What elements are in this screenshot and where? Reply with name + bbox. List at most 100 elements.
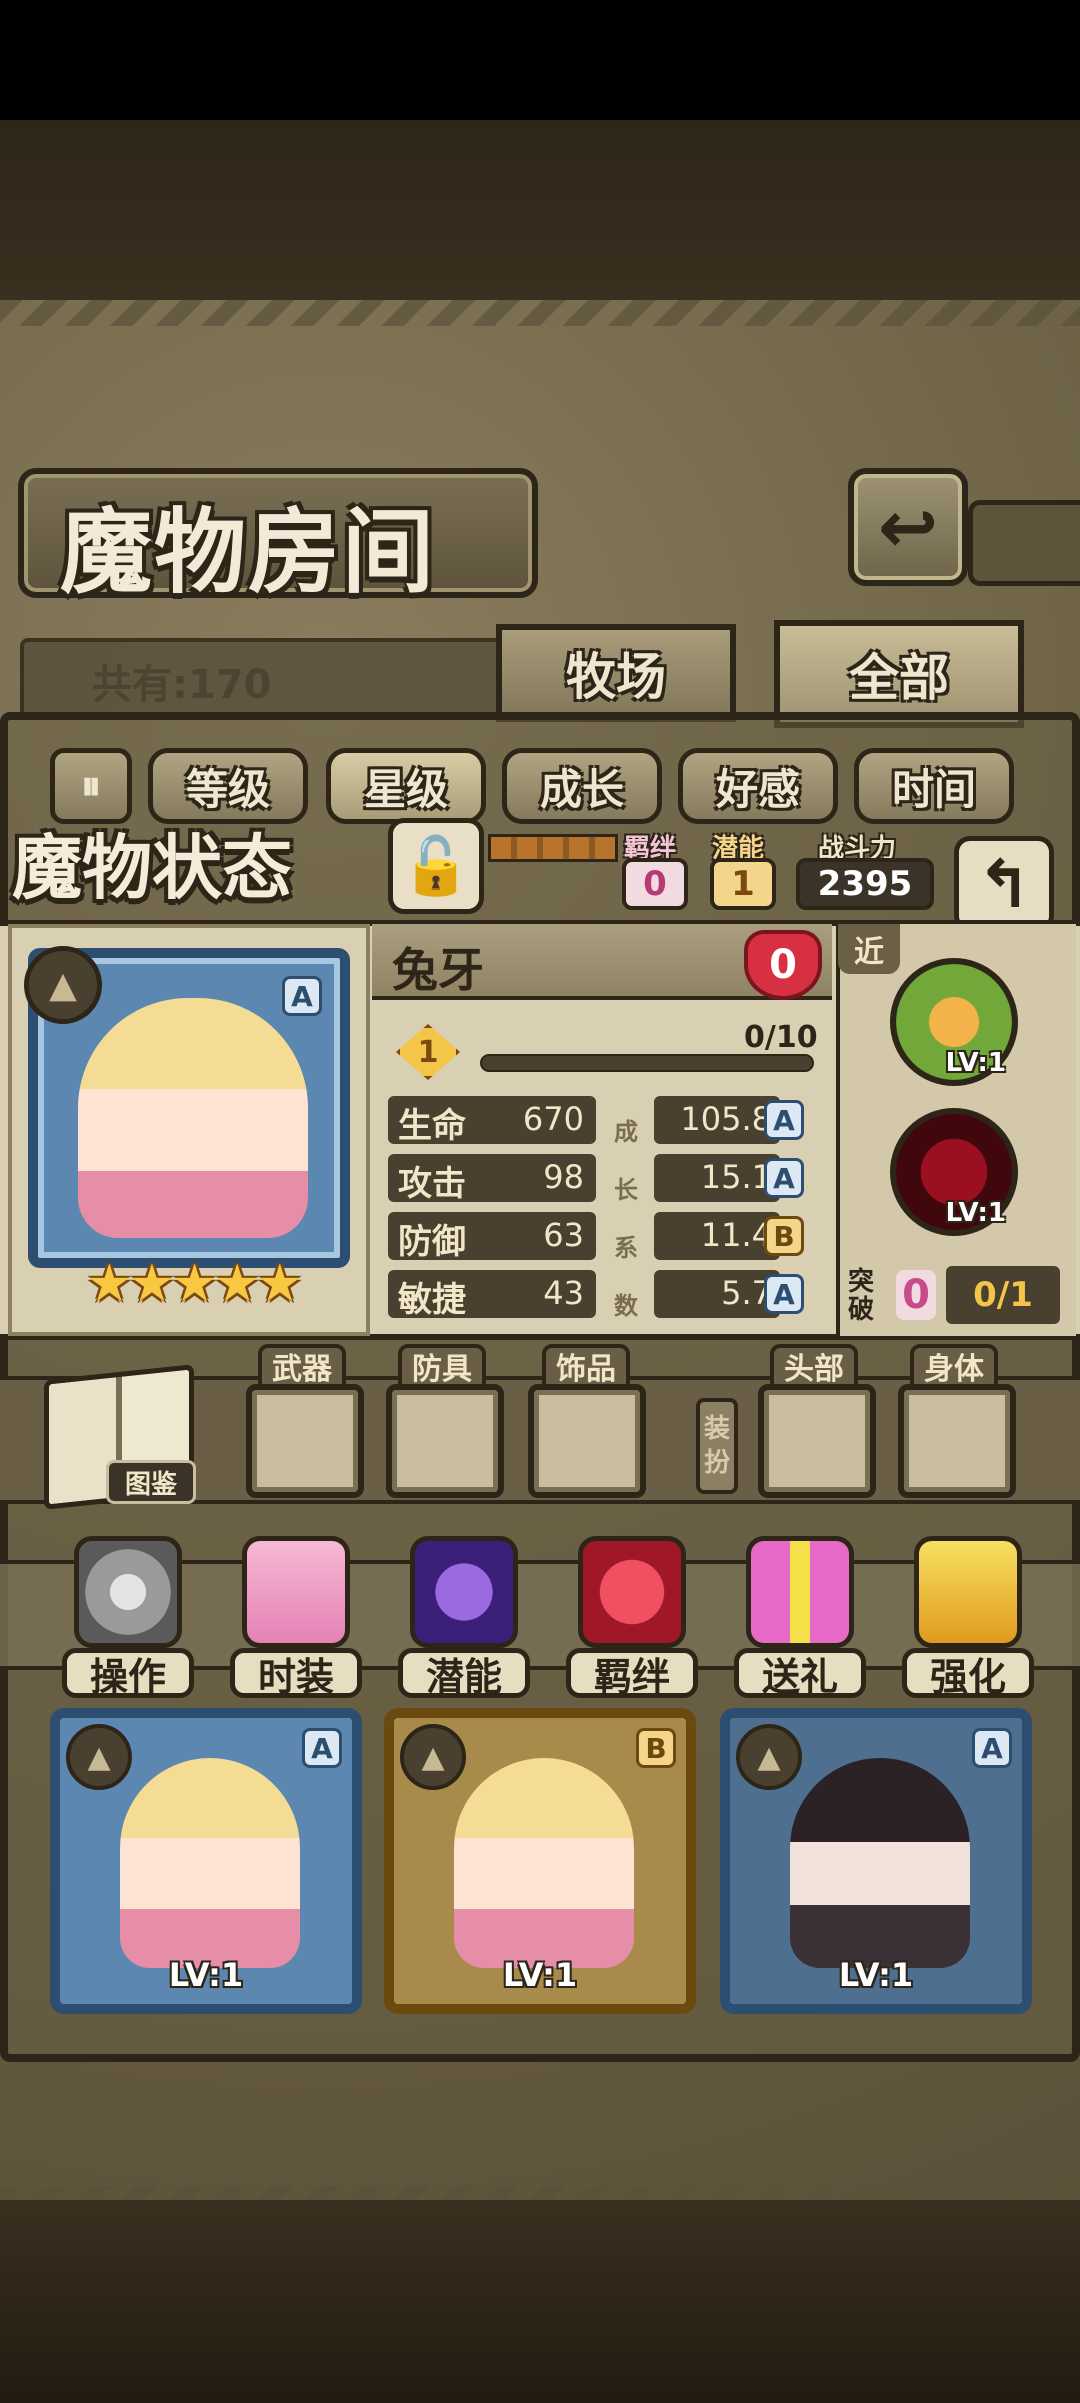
demon-icon	[410, 1536, 518, 1648]
affection-heart[interactable]: 0	[744, 930, 822, 1000]
head-slot[interactable]	[758, 1384, 876, 1498]
action-label: 强化	[902, 1648, 1034, 1699]
slot-label: 防具	[398, 1344, 486, 1388]
exp-text: 0/10	[744, 1020, 818, 1055]
rank-icon: ▲	[736, 1724, 802, 1790]
attribute-name: 攻击	[398, 1164, 466, 1204]
sort-time-button[interactable]: 时间	[854, 748, 1014, 824]
map-background-bottom	[0, 2200, 1080, 2403]
growth-value: 5.7	[721, 1274, 772, 1312]
operate-button[interactable]: 操作	[58, 1536, 198, 1700]
close-status-button[interactable]: ↰	[954, 836, 1054, 932]
growth-grade: B	[764, 1216, 804, 1256]
hearts-icon	[578, 1536, 686, 1648]
monster-card[interactable]: ▲ B LV:1	[384, 1708, 696, 2014]
pause-sort-icon: ⏸	[81, 763, 101, 809]
growth-row: 11.4	[654, 1212, 780, 1260]
skill-heartbeat-icon[interactable]: LV:1	[890, 1108, 1018, 1236]
attribute-row: 防御 63	[388, 1212, 596, 1262]
padlock-icon: 🔓	[401, 834, 471, 899]
status-title: 魔物状态	[12, 826, 292, 909]
lock-button[interactable]: 🔓	[388, 818, 484, 914]
grade-badge: A	[282, 976, 322, 1016]
rank-icon: ▲	[24, 946, 102, 1024]
attribute-name: 防御	[398, 1222, 466, 1262]
action-label: 送礼	[734, 1648, 866, 1699]
growth-label: 系	[614, 1234, 638, 1262]
growth-row: 5.7	[654, 1270, 780, 1318]
growth-label: 成	[614, 1118, 638, 1146]
sort-star-button[interactable]: 星级	[326, 748, 486, 824]
armor-slot[interactable]	[386, 1384, 504, 1498]
monster-level: LV:1	[168, 1956, 244, 1994]
star-rating: ★★★★★	[86, 1254, 303, 1314]
accessory-slot[interactable]	[528, 1384, 646, 1498]
potential-value: 1	[710, 858, 776, 910]
breakthrough-progress: 0/1	[946, 1266, 1060, 1324]
skill-level: LV:1	[945, 1198, 1006, 1228]
attribute-name: 敏捷	[398, 1280, 466, 1320]
monster-card[interactable]: ▲ A LV:1	[50, 1708, 362, 2014]
action-label: 羁绊	[566, 1648, 698, 1699]
slot-label: 头部	[770, 1344, 858, 1388]
side-tab	[968, 500, 1080, 586]
bond-button[interactable]: 羁绊	[562, 1536, 702, 1700]
attribute-value: 63	[543, 1216, 584, 1254]
action-label: 潜能	[398, 1648, 530, 1699]
growth-row: 105.8	[654, 1096, 780, 1144]
rank-icon: ▲	[400, 1724, 466, 1790]
monster-art	[454, 1758, 634, 1968]
action-label: 时装	[230, 1648, 362, 1699]
monster-level: LV:1	[838, 1956, 914, 1994]
gift-icon	[746, 1536, 854, 1648]
growth-value: 15.1	[700, 1158, 772, 1196]
sort-affection-button[interactable]: 好感	[678, 748, 838, 824]
monster-name: 兔牙	[392, 943, 484, 997]
gear-icon	[74, 1536, 182, 1648]
monster-level: LV:1	[502, 1956, 578, 1994]
bond-value: 0	[622, 858, 688, 910]
page-title: 魔物房间	[60, 498, 437, 606]
attribute-value: 98	[543, 1158, 584, 1196]
growth-row: 15.1	[654, 1154, 780, 1202]
attribute-row: 生命 670	[388, 1096, 596, 1146]
slot-label: 饰品	[542, 1344, 630, 1388]
status-strip	[488, 834, 618, 862]
exp-bar	[480, 1054, 814, 1072]
attribute-name: 生命	[398, 1106, 466, 1146]
growth-label: 数	[614, 1292, 638, 1320]
return-icon: ↩	[877, 485, 939, 569]
outfit-icon	[242, 1536, 350, 1648]
return-icon: ↰	[976, 845, 1032, 923]
panel-edge-top	[0, 300, 1080, 326]
growth-grade: A	[764, 1100, 804, 1140]
grade-badge: A	[972, 1728, 1012, 1768]
attribute-row: 攻击 98	[388, 1154, 596, 1204]
body-slot[interactable]	[898, 1384, 1016, 1498]
action-label: 操作	[62, 1648, 194, 1699]
gift-button[interactable]: 送礼	[730, 1536, 870, 1700]
monster-art	[790, 1758, 970, 1968]
grade-badge: A	[302, 1728, 342, 1768]
weapon-slot[interactable]	[246, 1384, 364, 1498]
fashion-button[interactable]: 时装	[226, 1536, 366, 1700]
monster-count: 共有:170	[92, 662, 272, 708]
dress-label: 装扮	[696, 1398, 738, 1494]
skill-carrot-icon[interactable]: LV:1	[890, 958, 1018, 1086]
attribute-value: 670	[522, 1100, 584, 1138]
monster-card[interactable]: ▲ A LV:1	[720, 1708, 1032, 2014]
growth-grade: A	[764, 1274, 804, 1314]
growth-label: 长	[614, 1176, 638, 1204]
codex-button[interactable]: 图鉴	[106, 1460, 196, 1504]
sort-growth-button[interactable]: 成长	[502, 748, 662, 824]
attribute-row: 敏捷 43	[388, 1270, 596, 1320]
range-tag: 近	[838, 924, 900, 974]
skill-level: LV:1	[945, 1048, 1006, 1078]
monster-art	[78, 998, 308, 1238]
status-bar	[0, 0, 1080, 120]
return-button[interactable]: ↩	[848, 468, 968, 586]
potential-button[interactable]: 潜能	[394, 1536, 534, 1700]
tab-ranch[interactable]: 牧场	[496, 624, 736, 722]
growth-grade: A	[764, 1158, 804, 1198]
enhance-button[interactable]: 强化	[898, 1536, 1038, 1700]
